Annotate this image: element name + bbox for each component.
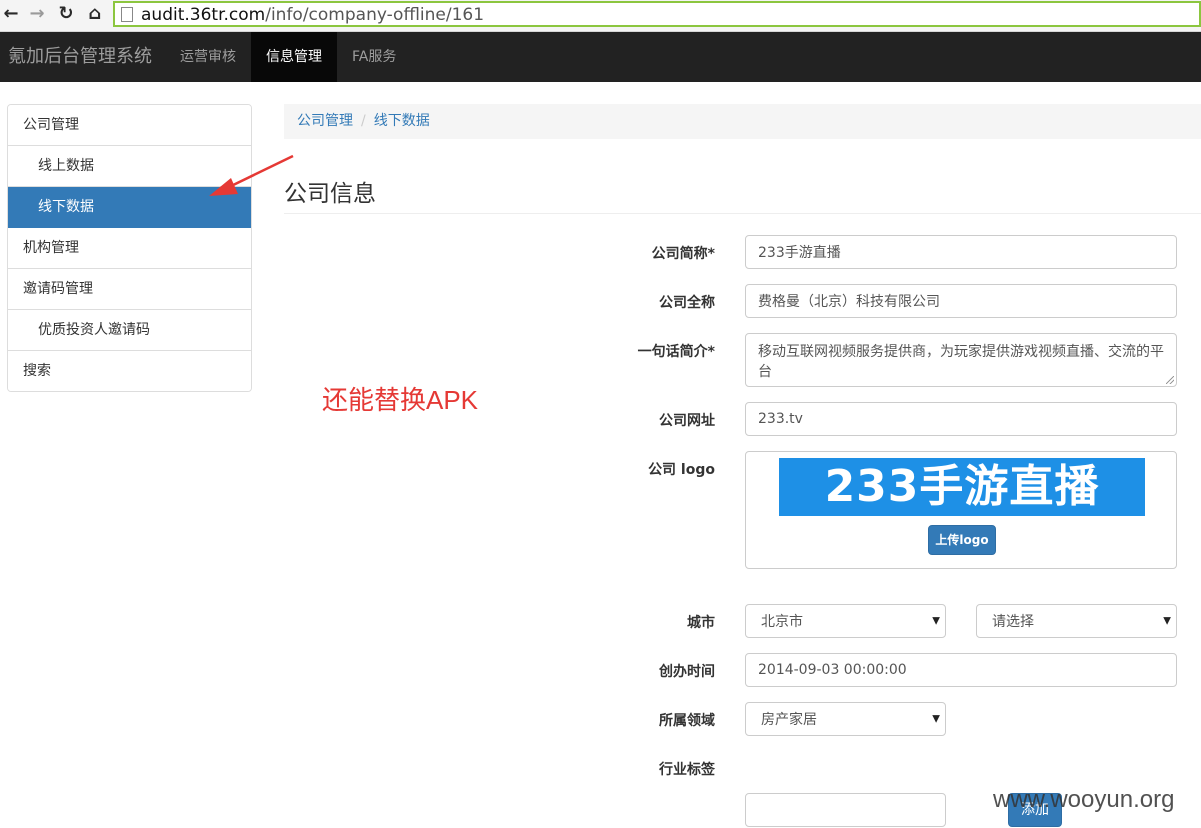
- website-input[interactable]: 233.tv: [745, 402, 1177, 436]
- district-selected: 请选择: [992, 614, 1034, 630]
- chevron-down-icon: ▼: [932, 615, 940, 627]
- breadcrumb-company-management[interactable]: 公司管理: [297, 113, 353, 129]
- breadcrumb: 公司管理 / 线下数据: [284, 104, 1201, 139]
- url-text: audit.36tr.com/info/company-offline/161: [141, 4, 484, 26]
- nav-item-operations-review[interactable]: 运营审核: [165, 32, 251, 82]
- page-title: 公司信息: [284, 181, 376, 207]
- home-icon[interactable]: ⌂: [84, 4, 106, 24]
- breadcrumb-offline-data[interactable]: 线下数据: [374, 113, 430, 129]
- sidebar-item-institution-management[interactable]: 机构管理: [8, 228, 251, 269]
- top-navbar: 氪加后台管理系统 运营审核 信息管理 FA服务: [0, 32, 1201, 82]
- domain-select[interactable]: 房产家居 ▼: [745, 702, 946, 736]
- domain-selected: 房产家居: [761, 712, 817, 728]
- city-selected: 北京市: [761, 614, 803, 630]
- company-logo-image: 233手游直播: [779, 458, 1145, 516]
- chevron-down-icon: ▼: [1163, 615, 1171, 627]
- url-host: audit.36tr.com: [141, 5, 266, 25]
- chevron-down-icon: ▼: [932, 713, 940, 725]
- back-arrow-icon[interactable]: ←: [0, 4, 22, 24]
- intro-text: 移动互联网视频服务提供商，为玩家提供游戏视频直播、交流的平台: [758, 344, 1164, 380]
- tags-input[interactable]: [745, 793, 946, 827]
- intro-textarea[interactable]: 移动互联网视频服务提供商，为玩家提供游戏视频直播、交流的平台: [745, 333, 1177, 387]
- tags-label: 行业标签: [659, 762, 715, 778]
- brand-title[interactable]: 氪加后台管理系统: [8, 32, 152, 82]
- browser-toolbar: ← → ↻ ⌂ audit.36tr.com/info/company-offl…: [0, 0, 1201, 32]
- sidebar-item-invite-code-management[interactable]: 邀请码管理: [8, 269, 251, 310]
- short-name-label: 公司简称*: [651, 246, 715, 262]
- resize-grip-icon[interactable]: [1166, 376, 1174, 384]
- sidebar: 公司管理 线上数据 线下数据 机构管理 邀请码管理 优质投资人邀请码 搜索: [7, 104, 252, 392]
- logo-label: 公司 logo: [648, 462, 715, 478]
- address-bar[interactable]: audit.36tr.com/info/company-offline/161: [113, 1, 1201, 27]
- full-name-input[interactable]: 费格曼（北京）科技有限公司: [745, 284, 1177, 318]
- breadcrumb-separator: /: [361, 113, 366, 129]
- founded-date-input[interactable]: 2014-09-03 00:00:00: [745, 653, 1177, 687]
- nav-item-info-management[interactable]: 信息管理: [251, 32, 337, 82]
- page-icon: [121, 7, 133, 22]
- short-name-input[interactable]: 233手游直播: [745, 235, 1177, 269]
- district-select[interactable]: 请选择 ▼: [976, 604, 1177, 638]
- url-path: /info/company-offline/161: [265, 5, 485, 25]
- city-label: 城市: [687, 615, 715, 631]
- intro-label: 一句话简介*: [637, 344, 715, 360]
- nav-item-fa-service[interactable]: FA服务: [337, 32, 411, 82]
- logo-panel: 233手游直播 上传logo: [745, 451, 1177, 569]
- full-name-label: 公司全称: [659, 295, 715, 311]
- forward-arrow-icon[interactable]: →: [26, 4, 48, 24]
- founded-label: 创办时间: [659, 664, 715, 680]
- domain-label: 所属领域: [659, 713, 715, 729]
- sidebar-item-search[interactable]: 搜索: [8, 351, 251, 391]
- reload-icon[interactable]: ↻: [55, 4, 77, 24]
- website-label: 公司网址: [659, 413, 715, 429]
- annotation-text: 还能替换APK: [322, 385, 479, 415]
- upload-logo-button[interactable]: 上传logo: [928, 525, 996, 555]
- sidebar-item-investor-invite-code[interactable]: 优质投资人邀请码: [8, 310, 251, 351]
- watermark: www.wooyun.org: [993, 786, 1175, 813]
- sidebar-item-company-management[interactable]: 公司管理: [8, 105, 251, 146]
- title-divider: [284, 213, 1201, 214]
- city-select[interactable]: 北京市 ▼: [745, 604, 946, 638]
